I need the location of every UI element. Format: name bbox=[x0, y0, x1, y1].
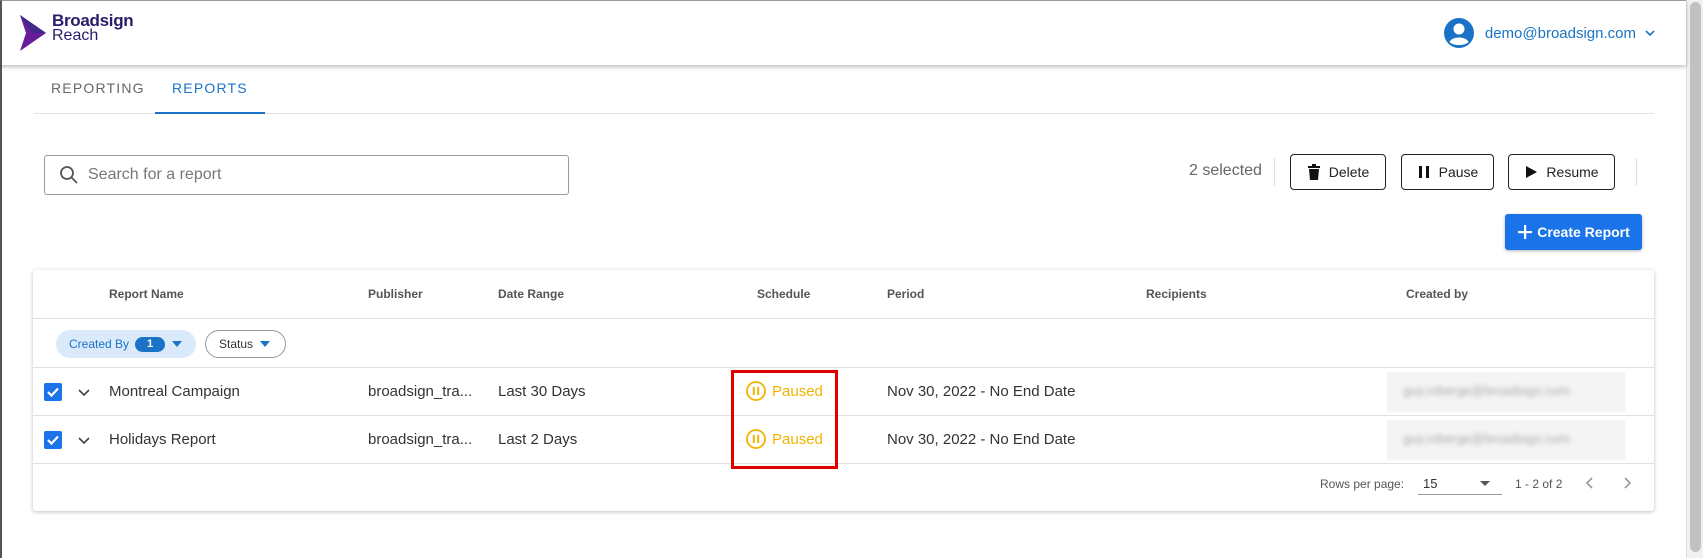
caret-down-icon bbox=[172, 341, 183, 347]
checkmark-icon bbox=[47, 435, 59, 446]
created-by-redacted: guy.roberge@broadsign.com bbox=[1387, 372, 1625, 412]
date-range: Last 30 Days bbox=[498, 383, 586, 400]
caret-down-icon bbox=[260, 341, 271, 347]
rows-per-page-label: Rows per page: bbox=[1320, 477, 1405, 491]
top-app-bar: Broadsign Reach demo@broadsign.com bbox=[0, 0, 1686, 65]
reports-table: Report Name Publisher Date Range Schedul… bbox=[33, 270, 1654, 511]
highlight-annotation-box bbox=[731, 370, 838, 469]
tab-reports[interactable]: REPORTS bbox=[155, 80, 265, 114]
table-row[interactable]: Montreal Campaign broadsign_tra... Last … bbox=[33, 368, 1654, 416]
column-header-recipients[interactable]: Recipients bbox=[1146, 287, 1207, 301]
column-header-date-range[interactable]: Date Range bbox=[498, 287, 564, 301]
pagination-range: 1 - 2 of 2 bbox=[1515, 477, 1563, 491]
broadsign-reach-logo[interactable]: Broadsign Reach bbox=[18, 11, 134, 53]
delete-button[interactable]: Delete bbox=[1290, 154, 1386, 190]
previous-page-icon[interactable] bbox=[1582, 475, 1598, 491]
logo-line1: Broadsign bbox=[52, 11, 134, 30]
pause-button[interactable]: Pause bbox=[1401, 154, 1494, 190]
search-placeholder: Search for a report bbox=[88, 166, 222, 183]
column-header-schedule[interactable]: Schedule bbox=[757, 287, 810, 301]
next-page-icon[interactable] bbox=[1619, 475, 1635, 491]
report-name[interactable]: Montreal Campaign bbox=[109, 383, 240, 400]
user-menu[interactable]: demo@broadsign.com bbox=[1443, 17, 1656, 49]
checkmark-icon bbox=[47, 387, 59, 398]
column-header-report-name[interactable]: Report Name bbox=[109, 287, 184, 301]
row-checkbox[interactable] bbox=[44, 383, 62, 401]
selected-count: 2 selected bbox=[1189, 162, 1262, 179]
divider bbox=[1274, 158, 1275, 186]
expand-row-chevron-icon[interactable] bbox=[77, 433, 91, 447]
tab-bar: REPORTING REPORTS bbox=[34, 66, 1654, 114]
pause-icon bbox=[1418, 166, 1429, 178]
search-input[interactable]: Search for a report bbox=[44, 155, 569, 195]
create-report-button[interactable]: Create Report bbox=[1505, 214, 1642, 250]
period: Nov 30, 2022 - No End Date bbox=[887, 383, 1076, 400]
play-icon bbox=[1526, 166, 1538, 178]
publisher: broadsign_tra... bbox=[368, 383, 473, 400]
caret-down-icon bbox=[1480, 481, 1490, 486]
divider bbox=[1636, 158, 1637, 186]
column-header-period[interactable]: Period bbox=[887, 287, 924, 301]
user-email: demo@broadsign.com bbox=[1484, 24, 1636, 42]
row-checkbox[interactable] bbox=[44, 431, 62, 449]
logo-line2: Reach bbox=[52, 27, 99, 44]
column-header-publisher[interactable]: Publisher bbox=[368, 287, 423, 301]
created-by-redacted: guy.roberge@broadsign.com bbox=[1387, 420, 1625, 460]
resume-button[interactable]: Resume bbox=[1508, 154, 1615, 190]
created-by-filter-chip[interactable]: Created By 1 bbox=[56, 330, 196, 358]
plus-icon bbox=[1518, 225, 1533, 239]
date-range: Last 2 Days bbox=[498, 431, 578, 448]
window-edge bbox=[0, 0, 2, 558]
search-icon bbox=[60, 166, 78, 184]
column-header-created-by[interactable]: Created by bbox=[1406, 287, 1468, 301]
filter-count-badge: 1 bbox=[135, 336, 166, 352]
chevron-down-icon bbox=[1645, 30, 1655, 37]
expand-row-chevron-icon[interactable] bbox=[77, 385, 91, 399]
vertical-scrollbar[interactable] bbox=[1686, 0, 1703, 558]
trash-icon bbox=[1307, 164, 1320, 180]
tab-reporting[interactable]: REPORTING bbox=[34, 80, 162, 114]
rows-per-page-select[interactable]: 15 bbox=[1418, 471, 1502, 495]
table-row[interactable]: Holidays Report broadsign_tra... Last 2 … bbox=[33, 416, 1654, 464]
publisher: broadsign_tra... bbox=[368, 431, 473, 448]
logo-mark-icon bbox=[20, 15, 46, 51]
report-name[interactable]: Holidays Report bbox=[109, 431, 216, 448]
status-filter-chip[interactable]: Status bbox=[205, 330, 286, 358]
account-circle-icon bbox=[1443, 18, 1474, 48]
period: Nov 30, 2022 - No End Date bbox=[887, 431, 1076, 448]
